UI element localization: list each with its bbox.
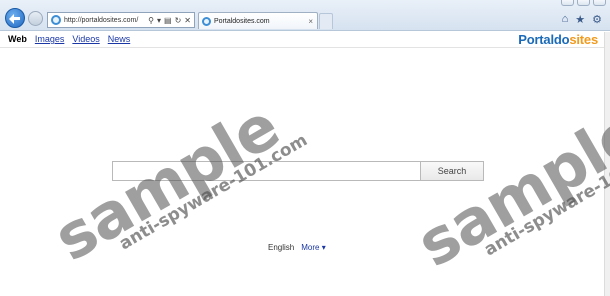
address-url[interactable]: http://portaldosites.com/ xyxy=(64,17,148,24)
nav-web[interactable]: Web xyxy=(8,34,27,44)
language-label: English xyxy=(268,243,295,252)
minimize-button[interactable] xyxy=(561,0,574,6)
search-form: Search xyxy=(112,161,484,181)
refresh-icon[interactable]: ↻ xyxy=(175,16,182,25)
dropdown-icon[interactable]: ▾ xyxy=(157,16,161,25)
watermark-sample-left: sample xyxy=(42,89,291,276)
language-selector: English More ▾ xyxy=(268,243,326,252)
tab-title: Portaldosites.com xyxy=(214,17,270,25)
search-input[interactable] xyxy=(112,161,421,181)
compatibility-view-icon[interactable]: ▤ xyxy=(164,16,172,25)
tab-close-icon[interactable]: × xyxy=(308,17,317,26)
divider xyxy=(0,47,604,48)
address-bar[interactable]: http://portaldosites.com/ ⚲ ▾ ▤ ↻ ✕ xyxy=(47,12,195,28)
nav-videos[interactable]: Videos xyxy=(72,34,99,44)
maximize-button[interactable] xyxy=(577,0,590,6)
tab-favicon-icon xyxy=(202,16,211,26)
browser-tab[interactable]: Portaldosites.com × xyxy=(198,12,318,29)
watermark-url-right: anti-spyware-101.com xyxy=(481,136,610,261)
watermark-sample-right: sample xyxy=(405,95,610,282)
site-favicon-icon xyxy=(51,15,61,25)
nav-images[interactable]: Images xyxy=(35,34,65,44)
site-logo[interactable]: Portaldosites xyxy=(518,32,598,47)
watermark-url-left: anti-spyware-101.com xyxy=(116,130,311,255)
browser-toolbar: http://portaldosites.com/ ⚲ ▾ ▤ ↻ ✕ Port… xyxy=(0,0,610,31)
new-tab-button[interactable] xyxy=(319,13,333,29)
vertical-scrollbar[interactable] xyxy=(604,32,610,296)
search-vertical-nav: Web Images Videos News xyxy=(8,34,130,44)
window-controls xyxy=(561,0,606,9)
home-icon[interactable]: ⌂ xyxy=(562,13,569,26)
search-button[interactable]: Search xyxy=(421,161,484,181)
nav-news[interactable]: News xyxy=(108,34,131,44)
stop-icon[interactable]: ✕ xyxy=(184,16,191,25)
favorites-star-icon[interactable]: ★ xyxy=(575,13,585,26)
more-languages-link[interactable]: More ▾ xyxy=(301,243,325,252)
back-button[interactable] xyxy=(5,8,25,28)
forward-button[interactable] xyxy=(28,11,43,26)
tools-gear-icon[interactable]: ⚙ xyxy=(592,13,602,26)
close-window-button[interactable] xyxy=(593,0,606,6)
search-icon[interactable]: ⚲ xyxy=(148,16,154,25)
